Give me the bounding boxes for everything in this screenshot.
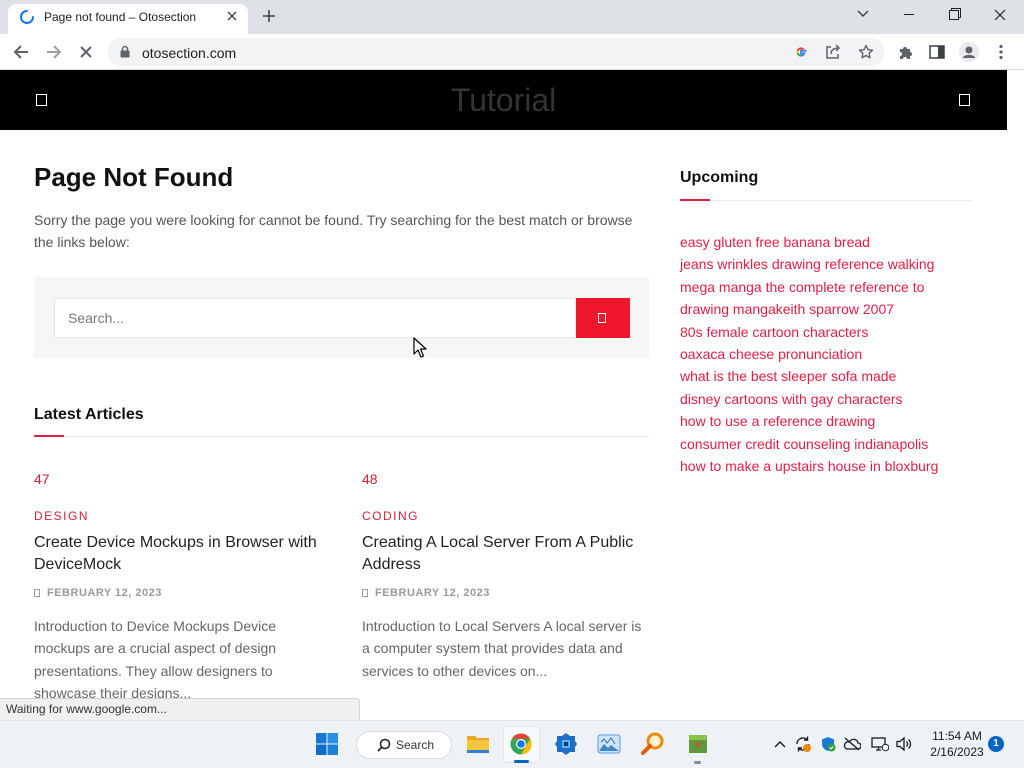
menu-icon[interactable] (36, 94, 47, 106)
web-page: Tutorial Page Not Found Sorry the page y… (0, 70, 1007, 720)
site-title[interactable]: Tutorial (0, 70, 1007, 130)
search-tool-icon[interactable] (641, 732, 665, 756)
running-indicator (694, 761, 701, 764)
upcoming-link[interactable]: easy gluten free banana bread (680, 231, 972, 253)
back-arrow-icon[interactable] (13, 44, 29, 60)
article-number: 47 (34, 471, 50, 487)
article-date-text: FEBRUARY 12, 2023 (47, 587, 162, 599)
upcoming-links: easy gluten free banana bread jeans wrin… (680, 231, 972, 477)
page-title: Page Not Found (34, 162, 234, 192)
article-category[interactable]: DESIGN (34, 508, 89, 524)
network-icon[interactable] (871, 736, 889, 752)
sidebar-divider-accent (680, 199, 710, 201)
upcoming-link[interactable]: 80s female cartoon characters (680, 321, 972, 343)
clock-time[interactable]: 11:54 AM (922, 729, 992, 744)
loading-spinner-icon (19, 9, 35, 25)
not-found-message: Sorry the page you were looking for cann… (34, 212, 633, 250)
upcoming-link[interactable]: oaxaca cheese pronunciation (680, 343, 972, 365)
section-divider-accent (34, 435, 64, 437)
article-excerpt: Introduction to Device Mockups Device mo… (34, 618, 277, 701)
calendar-icon (362, 589, 368, 597)
article-title[interactable]: Create Device Mockups in Browser with De… (34, 532, 321, 576)
onedrive-offline-icon[interactable] (843, 737, 861, 751)
taskbar-search-label: Search (396, 738, 435, 752)
share-icon[interactable] (825, 44, 841, 60)
upcoming-link[interactable]: consumer credit counseling indianapolis (680, 433, 972, 455)
extensions-puzzle-icon[interactable] (898, 44, 914, 60)
google-lens-icon[interactable] (794, 45, 808, 59)
search-icon (598, 313, 606, 323)
search-icon[interactable] (959, 94, 970, 106)
article-excerpt: Introduction to Local Servers A local se… (362, 618, 642, 679)
chevron-up-icon[interactable] (774, 740, 786, 748)
upcoming-link[interactable]: mega manga the complete reference to dra… (680, 276, 972, 321)
menu-dots-icon[interactable] (999, 44, 1003, 60)
article-category[interactable]: CODING (362, 508, 419, 524)
article-date-text: FEBRUARY 12, 2023 (375, 587, 490, 599)
section-divider (34, 436, 649, 437)
new-tab-icon[interactable] (263, 10, 275, 22)
windows-start-icon[interactable] (315, 732, 339, 756)
upcoming-link[interactable]: what is the best sleeper sofa made (680, 365, 972, 387)
running-indicator (514, 760, 529, 763)
search-input[interactable] (54, 298, 576, 338)
minimize-icon[interactable] (904, 14, 914, 15)
article-title[interactable]: Creating A Local Server From A Public Ad… (362, 532, 649, 576)
tab-title: Page not found – Otosection (44, 10, 197, 24)
search-button[interactable] (576, 298, 630, 338)
upcoming-link[interactable]: disney cartoons with gay characters (680, 388, 972, 410)
photos-app-icon[interactable] (597, 733, 621, 755)
file-explorer-icon[interactable] (466, 733, 490, 755)
profile-avatar-icon[interactable] (959, 42, 979, 62)
upcoming-heading: Upcoming (680, 169, 759, 186)
chevron-down-icon[interactable] (857, 10, 869, 18)
close-window-icon[interactable] (994, 9, 1006, 21)
search-icon (377, 738, 391, 752)
speaker-icon[interactable] (895, 736, 913, 752)
stop-loading-icon[interactable] (80, 46, 92, 58)
sync-icon[interactable] (794, 735, 812, 753)
notification-badge[interactable]: 1 (988, 736, 1004, 752)
upcoming-link[interactable]: how to use a reference drawing (680, 410, 972, 432)
bookmark-star-icon[interactable] (858, 44, 874, 60)
security-shield-icon[interactable] (820, 736, 836, 752)
forward-arrow-icon[interactable] (46, 44, 62, 60)
mouse-cursor-icon (413, 337, 427, 359)
taskbar-search[interactable]: Search (356, 731, 452, 759)
package-app-icon[interactable] (687, 733, 709, 755)
status-bubble: Waiting for www.google.com... (0, 698, 360, 720)
clock-date[interactable]: 2/16/2023 (922, 745, 992, 760)
lock-icon[interactable] (120, 45, 130, 58)
chrome-icon[interactable] (510, 733, 532, 755)
upcoming-link[interactable]: how to make a upstairs house in bloxburg (680, 455, 972, 477)
tab-close-icon[interactable] (227, 11, 237, 21)
url-text[interactable]: otosection.com (142, 45, 236, 61)
article-number: 48 (362, 471, 378, 487)
latest-articles-heading: Latest Articles (34, 406, 144, 423)
sidebar-divider (680, 200, 972, 201)
blue-app-icon[interactable] (554, 732, 578, 756)
upcoming-link[interactable]: jeans wrinkles drawing reference walking (680, 253, 972, 275)
side-panel-icon[interactable] (929, 44, 945, 60)
calendar-icon (34, 589, 40, 597)
restore-icon[interactable] (949, 8, 961, 20)
